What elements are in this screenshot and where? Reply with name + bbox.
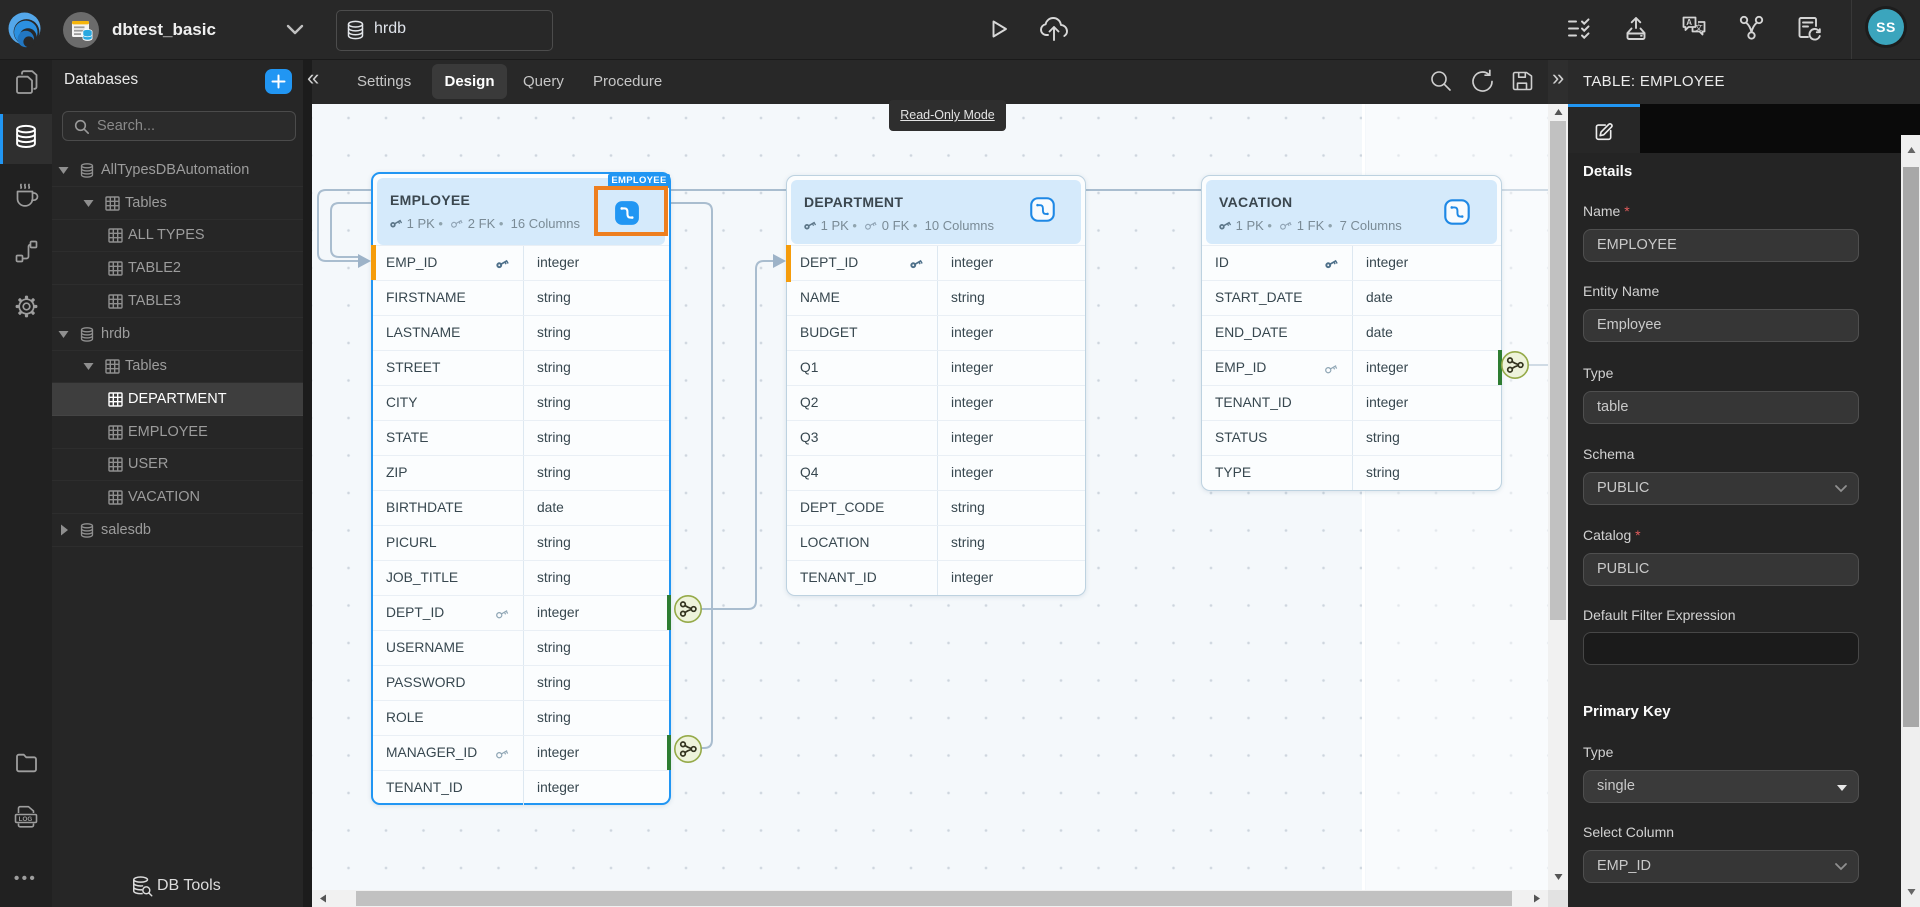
svg-text:文: 文 — [1695, 23, 1703, 33]
svg-text:A: A — [1686, 18, 1692, 27]
svg-text:LOG: LOG — [19, 816, 33, 823]
